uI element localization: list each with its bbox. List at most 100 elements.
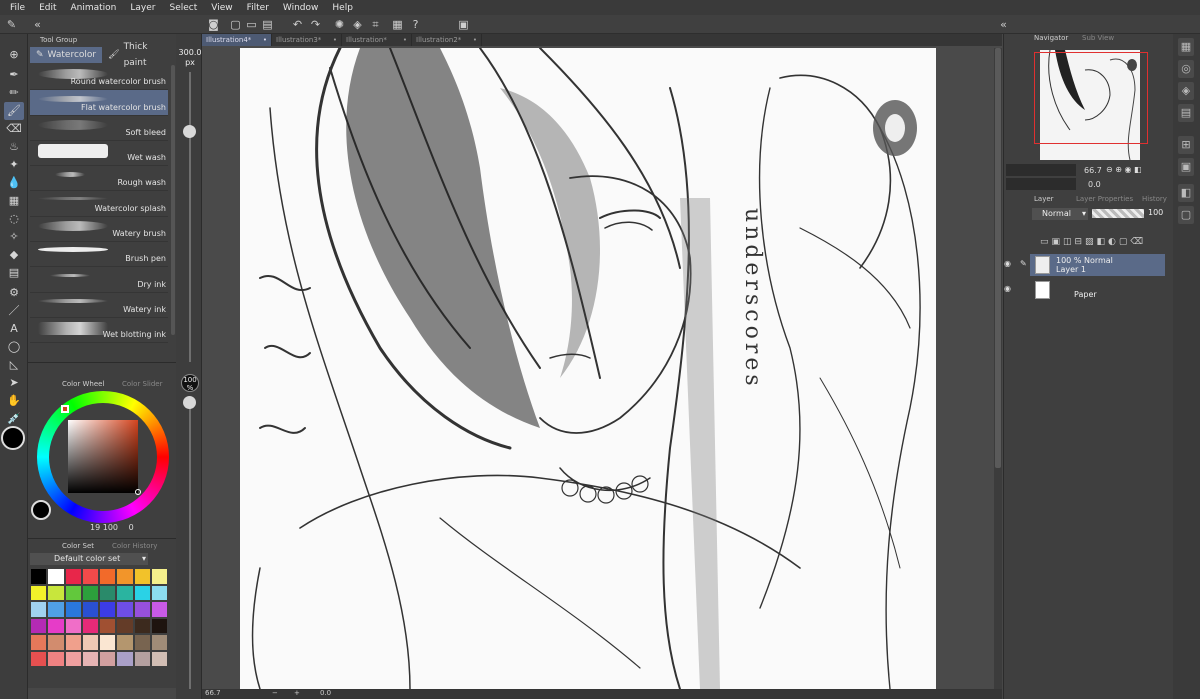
undo-icon[interactable]: ↶ bbox=[290, 17, 305, 32]
tab-color-wheel[interactable]: Color Wheel bbox=[62, 378, 104, 390]
color-swatch[interactable] bbox=[47, 617, 65, 634]
brush-item[interactable]: Dry ink bbox=[30, 267, 168, 293]
color-swatch[interactable] bbox=[81, 617, 99, 634]
tab-document[interactable]: Illustration2* • bbox=[412, 34, 482, 46]
layer-action-icons[interactable]: ▭▣◫⊟▨◧◐▢⌫ bbox=[1040, 237, 1165, 249]
tab-watercolor[interactable]: ✎ Watercolor bbox=[30, 47, 103, 63]
color-marker[interactable] bbox=[135, 489, 141, 495]
color-swatch[interactable] bbox=[116, 617, 134, 634]
app-icon[interactable]: ◙ bbox=[206, 17, 221, 32]
color-swatch[interactable] bbox=[47, 601, 65, 618]
color-swatch[interactable] bbox=[81, 650, 99, 667]
main-color-swatch[interactable] bbox=[1, 426, 25, 450]
hue-marker[interactable] bbox=[61, 405, 69, 413]
color-swatch[interactable] bbox=[30, 568, 48, 585]
color-swatch[interactable] bbox=[47, 584, 65, 601]
panel-icon[interactable]: ◧ bbox=[1178, 184, 1194, 202]
brush-item[interactable]: Soft bleed bbox=[30, 116, 168, 141]
color-swatch[interactable] bbox=[116, 584, 134, 601]
color-swatch[interactable] bbox=[150, 568, 168, 585]
blend-tool-icon[interactable]: 💧 bbox=[4, 174, 24, 192]
eraser-tool-icon[interactable]: ⌫ bbox=[4, 120, 24, 138]
new-file-icon[interactable]: ▢ bbox=[228, 17, 243, 32]
figure-tool-icon[interactable]: ／ bbox=[4, 302, 24, 320]
color-swatch[interactable] bbox=[64, 568, 82, 585]
menu-file[interactable]: File bbox=[10, 3, 25, 13]
color-swatch[interactable] bbox=[64, 650, 82, 667]
move-tool-icon[interactable]: ➤ bbox=[4, 374, 24, 392]
brush-item[interactable]: Flat watercolor brush bbox=[30, 90, 168, 116]
color-swatch[interactable] bbox=[116, 568, 134, 585]
color-swatch[interactable] bbox=[81, 584, 99, 601]
airbrush-tool-icon[interactable]: ♨ bbox=[4, 138, 24, 156]
panel-icon[interactable]: ▣ bbox=[1178, 158, 1194, 176]
color-swatch[interactable] bbox=[99, 601, 117, 618]
layer-row[interactable]: ◉ Paper bbox=[1004, 279, 1165, 301]
tab-document[interactable]: Illustration3* • bbox=[272, 34, 342, 46]
menu-edit[interactable]: Edit bbox=[39, 3, 56, 13]
menu-select[interactable]: Select bbox=[169, 3, 197, 13]
panel-icon[interactable]: ⊞ bbox=[1178, 136, 1194, 154]
panel-icon[interactable]: ▦ bbox=[1178, 38, 1194, 56]
correct-line-icon[interactable]: ⚙ bbox=[4, 284, 24, 302]
menu-window[interactable]: Window bbox=[283, 3, 319, 13]
tab-layer[interactable]: Layer bbox=[1020, 194, 1054, 205]
color-swatch[interactable] bbox=[47, 650, 65, 667]
tab-history[interactable]: History bbox=[1128, 194, 1167, 205]
color-swatch[interactable] bbox=[99, 568, 117, 585]
lasso-tool-icon[interactable]: ◌ bbox=[4, 210, 24, 228]
pen-icon[interactable]: ✎ bbox=[4, 17, 19, 32]
panel-icon[interactable]: ▤ bbox=[1178, 104, 1194, 122]
color-swatch[interactable] bbox=[30, 584, 48, 601]
color-swatch[interactable] bbox=[133, 601, 151, 618]
close-icon[interactable]: • bbox=[263, 34, 267, 46]
color-swatch[interactable] bbox=[47, 634, 65, 651]
color-swatch[interactable] bbox=[64, 634, 82, 651]
layer-opacity-slider[interactable] bbox=[1092, 209, 1144, 218]
tab-color-history[interactable]: Color History bbox=[112, 540, 157, 552]
color-swatch[interactable] bbox=[99, 634, 117, 651]
pencil-tool-icon[interactable]: ✏ bbox=[4, 84, 24, 102]
color-swatch[interactable] bbox=[99, 617, 117, 634]
select-all-icon[interactable]: ▦ bbox=[390, 17, 405, 32]
color-swatch[interactable] bbox=[133, 650, 151, 667]
brush-item[interactable]: Watery brush bbox=[30, 217, 168, 243]
brush-item[interactable]: Wet wash bbox=[30, 141, 168, 167]
tab-document[interactable]: Illustration4* • bbox=[202, 34, 272, 46]
tab-color-set[interactable]: Color Set bbox=[62, 540, 94, 552]
menu-layer[interactable]: Layer bbox=[130, 3, 155, 13]
color-swatch[interactable] bbox=[81, 568, 99, 585]
fill-icon[interactable]: ◈ bbox=[350, 17, 365, 32]
tab-document[interactable]: Illustration* • bbox=[342, 34, 412, 46]
brush-item[interactable]: Brush pen bbox=[30, 242, 168, 268]
brush-item[interactable]: Watery ink bbox=[30, 293, 168, 318]
close-icon[interactable]: • bbox=[473, 34, 477, 46]
color-swatch[interactable] bbox=[133, 584, 151, 601]
color-swatch[interactable] bbox=[99, 584, 117, 601]
brush-item[interactable]: Rough wash bbox=[30, 166, 168, 192]
text-tool-icon[interactable]: A bbox=[4, 320, 24, 338]
collapse-right-icon[interactable]: « bbox=[996, 17, 1011, 32]
color-swatch[interactable] bbox=[150, 601, 168, 618]
brush-size-track[interactable] bbox=[189, 72, 191, 362]
sub-color-swatch[interactable] bbox=[31, 500, 51, 520]
tab-layer-properties[interactable]: Layer Properties bbox=[1062, 194, 1133, 205]
color-swatch[interactable] bbox=[116, 650, 134, 667]
color-swatch[interactable] bbox=[133, 634, 151, 651]
color-swatch[interactable] bbox=[116, 634, 134, 651]
loading-icon[interactable]: ✺ bbox=[332, 17, 347, 32]
color-swatch[interactable] bbox=[47, 568, 65, 585]
brush-item[interactable]: Watercolor splash bbox=[30, 191, 168, 217]
help-icon[interactable]: ? bbox=[408, 17, 423, 32]
open-file-icon[interactable]: ▭ bbox=[244, 17, 259, 32]
brush-opacity-knob[interactable] bbox=[183, 396, 196, 409]
zoom-in-icon[interactable]: + bbox=[294, 689, 300, 697]
zoom-slider[interactable] bbox=[1006, 164, 1076, 176]
eye-icon[interactable]: ◉ bbox=[1004, 259, 1011, 268]
eye-icon[interactable]: ◉ bbox=[1004, 284, 1011, 293]
brush-opacity-track[interactable] bbox=[189, 400, 191, 689]
panel-icon[interactable]: ▢ bbox=[1178, 206, 1194, 224]
color-swatch[interactable] bbox=[30, 650, 48, 667]
menu-filter[interactable]: Filter bbox=[247, 3, 269, 13]
zoom-tool-icon[interactable]: ⊕ bbox=[4, 46, 24, 64]
